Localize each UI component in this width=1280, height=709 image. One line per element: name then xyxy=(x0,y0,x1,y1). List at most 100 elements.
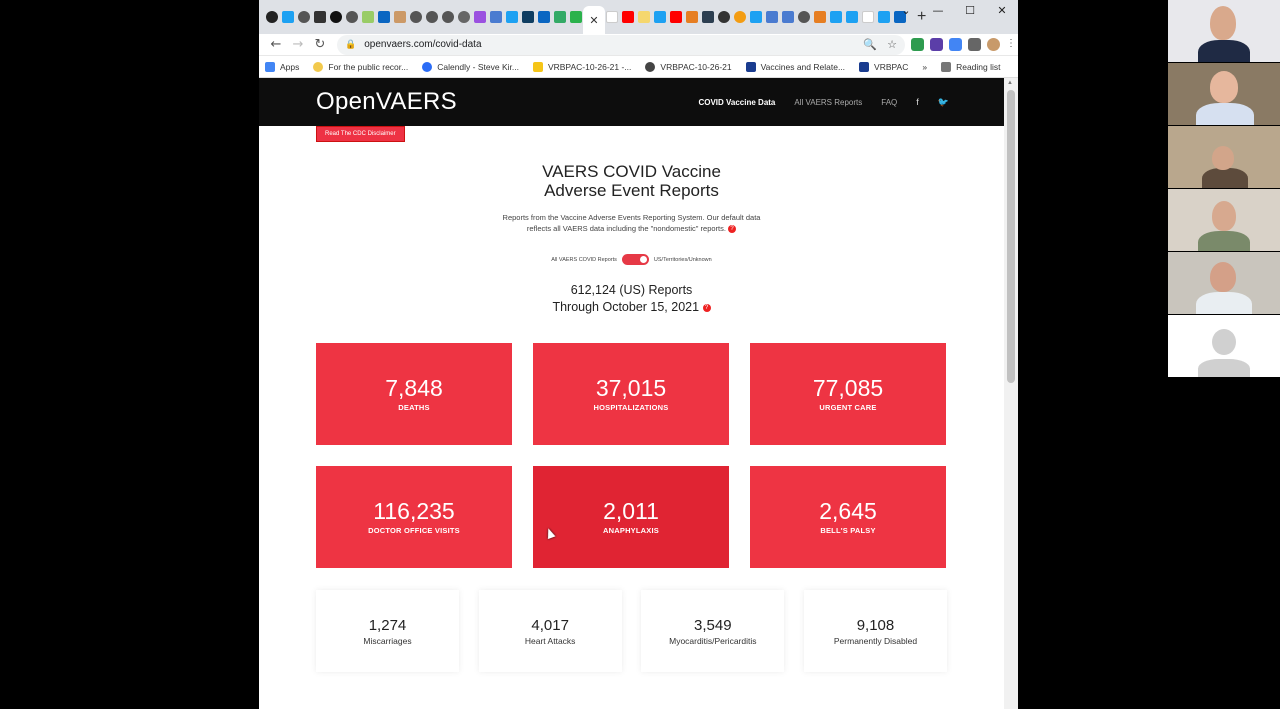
bookmark-item[interactable]: Vaccines and Relate... xyxy=(745,61,845,72)
tab-favicon[interactable] xyxy=(330,11,342,23)
tab-favicon[interactable] xyxy=(798,11,810,23)
stat-card-bells-palsy[interactable]: 2,645 BELL'S PALSY xyxy=(750,466,946,568)
minimize-button[interactable]: — xyxy=(922,0,954,22)
maximize-button[interactable]: ☐ xyxy=(954,0,986,22)
stat-label: DEATHS xyxy=(398,403,430,412)
tab-favicon[interactable] xyxy=(830,11,842,23)
stat-card-deaths[interactable]: 7,848 DEATHS xyxy=(316,343,512,445)
extension-icon[interactable] xyxy=(911,38,924,51)
tab-favicon[interactable] xyxy=(314,11,326,23)
tab-favicon[interactable] xyxy=(394,11,406,23)
tab-favicon[interactable] xyxy=(846,11,858,23)
menu-kebab-icon[interactable]: ⋮ xyxy=(1006,38,1016,51)
nav-faq[interactable]: FAQ xyxy=(881,98,897,107)
cdc-disclaimer-button[interactable]: Read The CDC Disclaimer xyxy=(316,126,405,142)
twitter-icon[interactable]: 🐦 xyxy=(938,97,949,108)
hero: VAERS COVID Vaccine Adverse Event Report… xyxy=(259,126,1004,316)
tab-favicon[interactable] xyxy=(750,11,762,23)
tab-favicon[interactable] xyxy=(570,11,582,23)
tab-favicon[interactable] xyxy=(410,11,422,23)
stat-card-heart-attacks[interactable]: 4,017 Heart Attacks xyxy=(478,590,622,672)
lock-icon[interactable]: 🔒 xyxy=(345,39,356,50)
tab-favicon[interactable] xyxy=(718,11,730,23)
description: Reports from the Vaccine Adverse Events … xyxy=(259,212,1004,234)
tab-favicon[interactable] xyxy=(442,11,454,23)
site-logo[interactable]: OpenVAERS xyxy=(316,88,457,116)
tab-favicon[interactable] xyxy=(554,11,566,23)
forward-icon[interactable]: → xyxy=(287,37,309,52)
tab-favicon[interactable] xyxy=(538,11,550,23)
nav-all-vaers-reports[interactable]: All VAERS Reports xyxy=(794,98,862,107)
bookmark-label: VRBPAC-10-26-21 xyxy=(660,61,732,72)
tab-favicon[interactable] xyxy=(490,11,502,23)
stat-card-permanently-disabled[interactable]: 9,108 Permanently Disabled xyxy=(803,590,947,672)
address-bar[interactable]: 🔒 openvaers.com/covid-data 🔍 ☆ xyxy=(337,34,905,55)
back-icon[interactable]: ← xyxy=(265,37,287,52)
scrollbar-thumb[interactable] xyxy=(1007,90,1015,383)
bookmark-item[interactable]: Calendly - Steve Kir... xyxy=(422,61,519,72)
tab-favicon[interactable] xyxy=(670,11,682,23)
bookmark-item[interactable]: VRBPAC xyxy=(859,61,908,72)
stat-value: 1,274 xyxy=(368,616,407,634)
tab-favicon[interactable] xyxy=(346,11,358,23)
tab-favicon[interactable] xyxy=(862,11,874,23)
bookmark-item[interactable]: VRBPAC-10-26-21 xyxy=(645,61,732,72)
tab-favicon[interactable] xyxy=(782,11,794,23)
tab-favicon[interactable] xyxy=(654,11,666,23)
page-scrollbar[interactable]: ▲ xyxy=(1004,78,1018,709)
stat-card-doctor-office-visits[interactable]: 116,235 DOCTOR OFFICE VISITS xyxy=(316,466,512,568)
tab-favicon[interactable] xyxy=(606,11,618,23)
tab-favicon[interactable] xyxy=(622,11,634,23)
puzzle-icon[interactable] xyxy=(968,38,981,51)
active-tab-close-icon[interactable]: ✕ xyxy=(583,6,605,34)
help-icon[interactable]: ? xyxy=(702,303,711,312)
profile-avatar[interactable] xyxy=(987,38,1000,51)
help-icon[interactable]: ? xyxy=(728,225,737,234)
stat-card-myocarditis[interactable]: 3,549 Myocarditis/Pericarditis xyxy=(641,590,785,672)
bookmark-apps[interactable]: Apps xyxy=(265,61,299,72)
close-window-button[interactable]: ✕ xyxy=(986,0,1018,22)
tab-favicon[interactable] xyxy=(298,11,310,23)
bookmark-label: VRBPAC-10-26-21 -... xyxy=(547,61,632,72)
bookmark-item[interactable]: For the public recor... xyxy=(313,61,409,72)
bookmarks-overflow-icon[interactable]: » xyxy=(922,62,927,72)
reload-icon[interactable]: ↻ xyxy=(309,37,331,52)
facebook-icon[interactable]: f xyxy=(916,97,919,107)
tab-favicon[interactable] xyxy=(506,11,518,23)
scroll-up-icon[interactable]: ▲ xyxy=(1007,80,1013,86)
tab-favicon[interactable] xyxy=(282,11,294,23)
tab-favicon[interactable] xyxy=(458,11,470,23)
reports-through-date: Through October 15, 2021 xyxy=(552,300,700,314)
stat-card-miscarriages[interactable]: 1,274 Miscarriages xyxy=(316,590,459,672)
site-nav: COVID Vaccine Data All VAERS Reports FAQ… xyxy=(698,78,949,126)
stat-card-urgent-care[interactable]: 77,085 URGENT CARE xyxy=(750,343,946,445)
tab-favicon[interactable] xyxy=(702,11,714,23)
tab-favicon[interactable] xyxy=(522,11,534,23)
tab-search-button[interactable]: ⌄ xyxy=(890,0,922,22)
reading-list-button[interactable]: Reading list xyxy=(941,61,1001,72)
data-scope-toggle[interactable] xyxy=(621,254,649,265)
tab-favicon[interactable] xyxy=(378,11,390,23)
tab-favicon[interactable] xyxy=(362,11,374,23)
tab-favicon[interactable] xyxy=(734,11,746,23)
nav-covid-vaccine-data[interactable]: COVID Vaccine Data xyxy=(698,98,775,107)
extension-icon[interactable] xyxy=(930,38,943,51)
translate-icon[interactable] xyxy=(949,38,962,51)
bookmark-item[interactable]: VRBPAC-10-26-21 -... xyxy=(532,61,632,72)
tab-favicon[interactable] xyxy=(266,11,278,23)
tab-favicon[interactable] xyxy=(814,11,826,23)
tab-favicon[interactable] xyxy=(474,11,486,23)
tab-favicon[interactable] xyxy=(426,11,438,23)
zoom-icon[interactable]: 🔍 xyxy=(863,38,877,51)
screen: ✕ + ⌄ — ☐ ✕ ← → ↻ 🔒 openvaers.com/covid-… xyxy=(0,0,1280,709)
tab-favicon[interactable] xyxy=(766,11,778,23)
tab-favicon[interactable] xyxy=(638,11,650,23)
tab-favicon[interactable] xyxy=(686,11,698,23)
stat-value: 2,011 xyxy=(603,498,659,524)
stat-card-anaphylaxis[interactable]: 2,011 ANAPHYLAXIS xyxy=(533,466,729,568)
tab-favicon[interactable] xyxy=(878,11,890,23)
bookmark-label: For the public recor... xyxy=(328,61,409,72)
bookmark-star-icon[interactable]: ☆ xyxy=(887,38,897,51)
stat-card-hospitalizations[interactable]: 37,015 HOSPITALIZATIONS xyxy=(533,343,729,445)
participant-video xyxy=(1168,126,1280,188)
